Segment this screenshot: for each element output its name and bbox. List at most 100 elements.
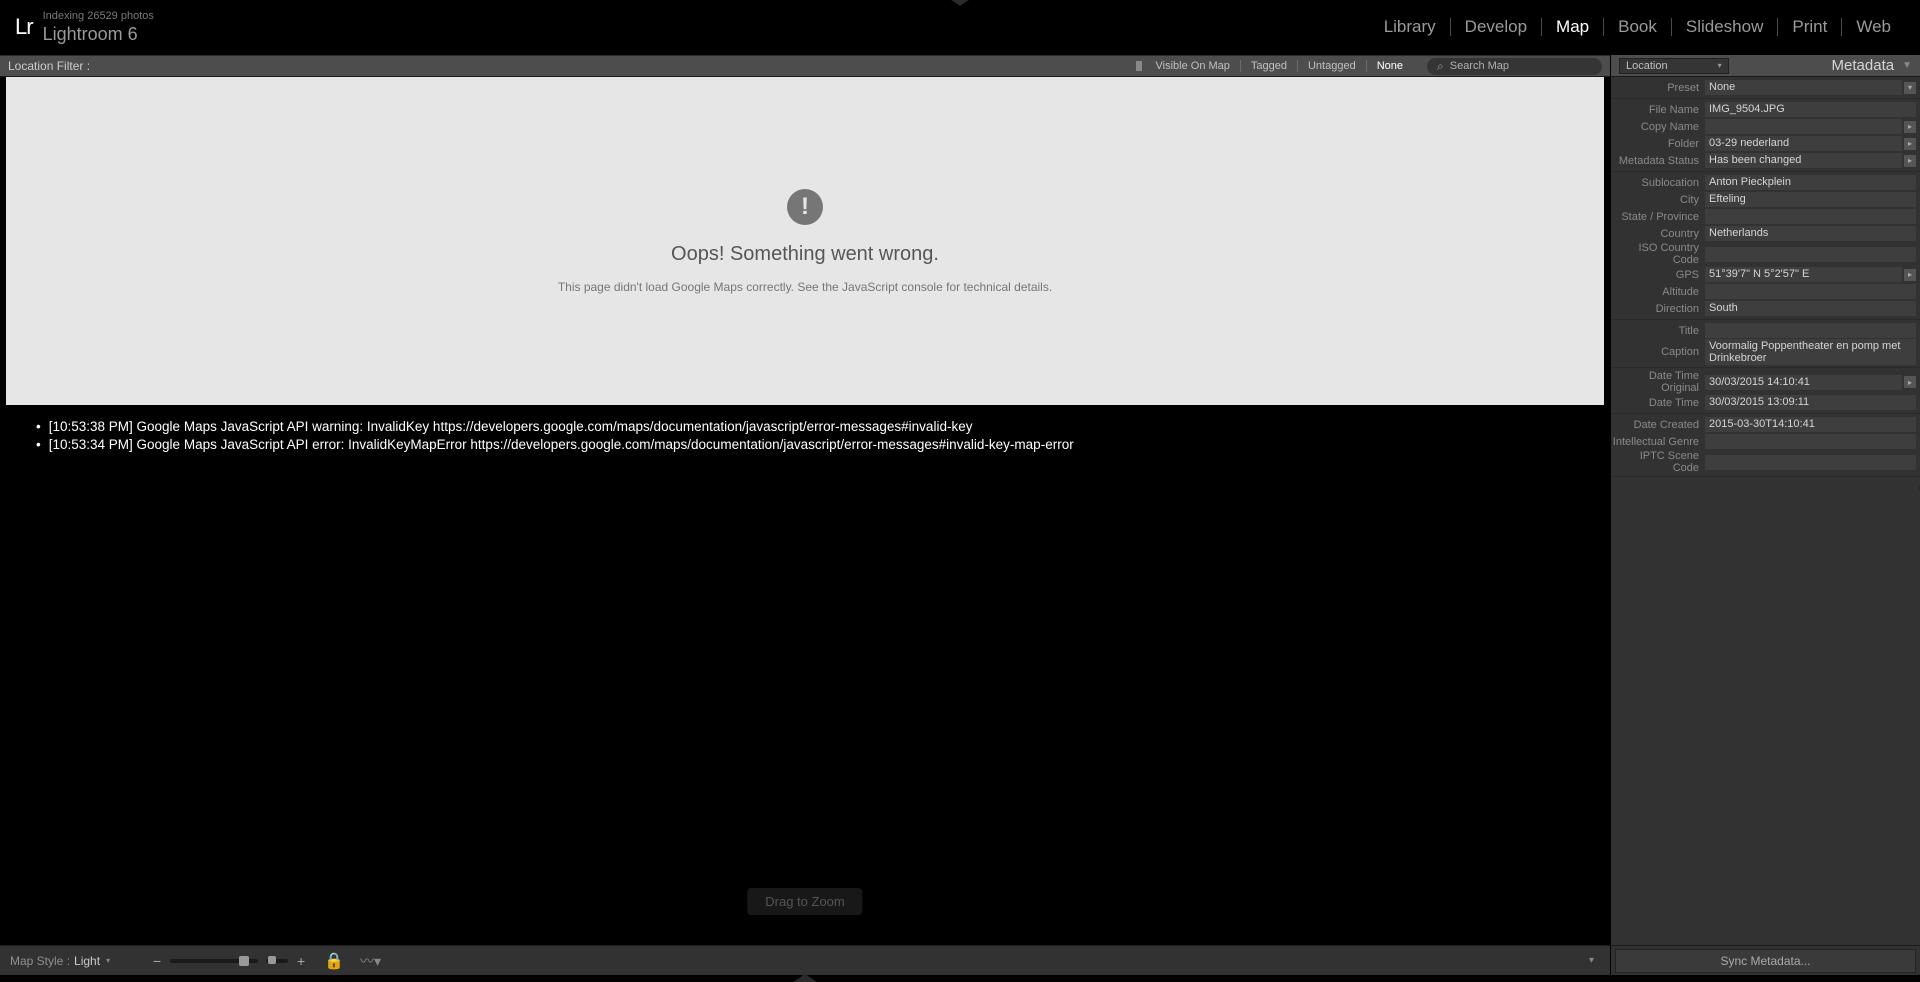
metadata-panel-title[interactable]: Metadata bbox=[1832, 57, 1895, 74]
zoom-in-button[interactable]: + bbox=[294, 954, 308, 968]
metadata-action-icon[interactable]: ▸ bbox=[1904, 121, 1916, 133]
module-library[interactable]: Library bbox=[1370, 17, 1450, 37]
metadata-value[interactable]: Has been changed bbox=[1705, 153, 1902, 168]
zoom-controls: − + bbox=[150, 954, 308, 968]
metadata-label: Date Time Original bbox=[1611, 370, 1703, 394]
app-name: Lightroom 6 bbox=[43, 24, 154, 45]
metadata-value[interactable] bbox=[1705, 284, 1916, 299]
metadata-panel: Location ▾ Metadata ▼ Preset None ▾ File… bbox=[1610, 55, 1920, 975]
metadata-value[interactable]: 51°39'7" N 5°2'57" E bbox=[1705, 267, 1902, 282]
filter-option-none[interactable]: None bbox=[1367, 60, 1413, 72]
module-print[interactable]: Print bbox=[1778, 17, 1841, 37]
filter-options: Visible On MapTaggedUntaggedNone bbox=[1146, 60, 1414, 72]
drag-to-zoom-hint: Drag to Zoom bbox=[747, 888, 862, 915]
zoom-slider-fine[interactable] bbox=[266, 959, 288, 963]
metadata-row: State / Province bbox=[1611, 208, 1920, 225]
console-log: • [10:53:38 PM] Google Maps JavaScript A… bbox=[6, 405, 1604, 469]
metadata-row: Folder03-29 nederland▸ bbox=[1611, 135, 1920, 152]
metadata-action-icon[interactable]: ▸ bbox=[1904, 155, 1916, 167]
filter-option-tagged[interactable]: Tagged bbox=[1241, 60, 1297, 72]
metadata-value[interactable]: IMG_9504.JPG bbox=[1705, 102, 1916, 117]
panel-collapse-icon[interactable]: ▼ bbox=[1902, 60, 1912, 71]
metadata-label: Intellectual Genre bbox=[1611, 436, 1703, 448]
metadata-value[interactable]: 03-29 nederland bbox=[1705, 136, 1902, 151]
metadata-value[interactable]: Voormalig Poppentheater en pomp met Drin… bbox=[1705, 339, 1916, 365]
module-picker: LibraryDevelopMapBookSlideshowPrintWeb bbox=[1370, 17, 1905, 37]
metadata-row: DirectionSouth bbox=[1611, 300, 1920, 317]
module-map[interactable]: Map bbox=[1542, 17, 1603, 37]
metadata-label: Date Created bbox=[1611, 419, 1703, 431]
filter-toggle-icon[interactable] bbox=[1136, 61, 1142, 71]
zoom-slider[interactable] bbox=[170, 959, 258, 963]
lock-icon[interactable]: 🔒 bbox=[324, 951, 344, 971]
chevron-down-icon[interactable]: ▾ bbox=[1583, 955, 1600, 966]
console-line-1: [10:53:38 PM] Google Maps JavaScript API… bbox=[49, 419, 973, 436]
metadata-label: Sublocation bbox=[1611, 177, 1703, 189]
metadata-action-icon[interactable]: ▸ bbox=[1904, 376, 1916, 388]
metadata-label: Direction bbox=[1611, 303, 1703, 315]
metadata-panel-header: Location ▾ Metadata ▼ bbox=[1611, 55, 1920, 77]
location-filter-bar: Location Filter : Visible On MapTaggedUn… bbox=[0, 55, 1610, 77]
map-toolbar: Map Style : Light ▾ − + 🔒 〰▾ ▾ bbox=[0, 945, 1610, 975]
metadata-action-icon[interactable]: ▸ bbox=[1904, 138, 1916, 150]
metadata-value[interactable]: South bbox=[1705, 301, 1916, 316]
metadata-row: Date Time30/03/2015 13:09:11 bbox=[1611, 394, 1920, 411]
chevron-updown-icon[interactable]: ▾ bbox=[106, 956, 110, 965]
sync-metadata-button[interactable]: Sync Metadata... bbox=[1615, 949, 1916, 973]
chevron-updown-icon[interactable]: ▾ bbox=[1904, 82, 1916, 94]
metadata-label: Folder bbox=[1611, 138, 1703, 150]
metadata-value[interactable]: 30/03/2015 14:10:41 bbox=[1705, 375, 1902, 390]
metadata-value[interactable]: 30/03/2015 13:09:11 bbox=[1705, 395, 1916, 410]
module-develop[interactable]: Develop bbox=[1451, 17, 1541, 37]
metadata-row: GPS51°39'7" N 5°2'57" E▸ bbox=[1611, 266, 1920, 283]
app-title-block: Indexing 26529 photos Lightroom 6 bbox=[43, 10, 154, 45]
metadata-label: Caption bbox=[1611, 346, 1703, 358]
map-style-value[interactable]: Light bbox=[74, 954, 100, 968]
filter-label: Location Filter : bbox=[8, 59, 90, 73]
module-slideshow[interactable]: Slideshow bbox=[1672, 17, 1778, 37]
metadata-label: IPTC Scene Code bbox=[1611, 450, 1703, 474]
module-web[interactable]: Web bbox=[1842, 17, 1905, 37]
metadata-row: Metadata StatusHas been changed▸ bbox=[1611, 152, 1920, 169]
metadata-label: Title bbox=[1611, 325, 1703, 337]
metadata-row: Copy Name ▸ bbox=[1611, 118, 1920, 135]
error-title: Oops! Something went wrong. bbox=[671, 243, 939, 266]
bullet-icon: • bbox=[36, 419, 41, 434]
metadata-row: CaptionVoormalig Poppentheater en pomp m… bbox=[1611, 339, 1920, 365]
metadata-row: CityEfteling bbox=[1611, 191, 1920, 208]
metadata-row: ISO Country Code bbox=[1611, 242, 1920, 266]
metadata-value[interactable] bbox=[1705, 434, 1916, 449]
error-icon: ! bbox=[787, 189, 823, 225]
filter-option-untagged[interactable]: Untagged bbox=[1298, 60, 1366, 72]
metadata-label: Altitude bbox=[1611, 286, 1703, 298]
map-canvas[interactable]: ! Oops! Something went wrong. This page … bbox=[6, 77, 1604, 405]
metadata-set-dropdown[interactable]: Location ▾ bbox=[1619, 58, 1729, 74]
metadata-row: Date Created2015-03-30T14:10:41 bbox=[1611, 416, 1920, 433]
metadata-action-icon[interactable]: ▸ bbox=[1904, 269, 1916, 281]
metadata-label: Preset bbox=[1611, 82, 1703, 94]
metadata-value[interactable]: Anton Pieckplein bbox=[1705, 175, 1916, 190]
metadata-row-preset: Preset None ▾ bbox=[1611, 79, 1920, 96]
metadata-label: Copy Name bbox=[1611, 121, 1703, 133]
metadata-value[interactable] bbox=[1705, 209, 1916, 224]
zoom-out-button[interactable]: − bbox=[150, 954, 164, 968]
metadata-row: File NameIMG_9504.JPG bbox=[1611, 101, 1920, 118]
module-book[interactable]: Book bbox=[1604, 17, 1671, 37]
metadata-value[interactable] bbox=[1705, 323, 1916, 338]
metadata-value[interactable]: Efteling bbox=[1705, 192, 1916, 207]
metadata-row: SublocationAnton Pieckplein bbox=[1611, 174, 1920, 191]
metadata-preset-value[interactable]: None bbox=[1705, 80, 1902, 95]
metadata-value[interactable] bbox=[1705, 455, 1916, 470]
metadata-label: Date Time bbox=[1611, 397, 1703, 409]
sync-metadata-bar: Sync Metadata... bbox=[1611, 945, 1920, 975]
metadata-value[interactable] bbox=[1705, 247, 1916, 262]
metadata-label: File Name bbox=[1611, 104, 1703, 116]
tracklog-icon[interactable]: 〰▾ bbox=[360, 951, 381, 971]
metadata-value[interactable]: 2015-03-30T14:10:41 bbox=[1705, 417, 1916, 432]
filter-option-visible-on-map[interactable]: Visible On Map bbox=[1146, 60, 1240, 72]
search-map-input[interactable]: ⌕ Search Map bbox=[1427, 58, 1602, 75]
metadata-set-label: Location bbox=[1626, 60, 1668, 72]
metadata-value[interactable]: Netherlands bbox=[1705, 226, 1916, 241]
metadata-value[interactable] bbox=[1705, 119, 1902, 134]
metadata-fields: Preset None ▾ File NameIMG_9504.JPGCopy … bbox=[1611, 77, 1920, 945]
